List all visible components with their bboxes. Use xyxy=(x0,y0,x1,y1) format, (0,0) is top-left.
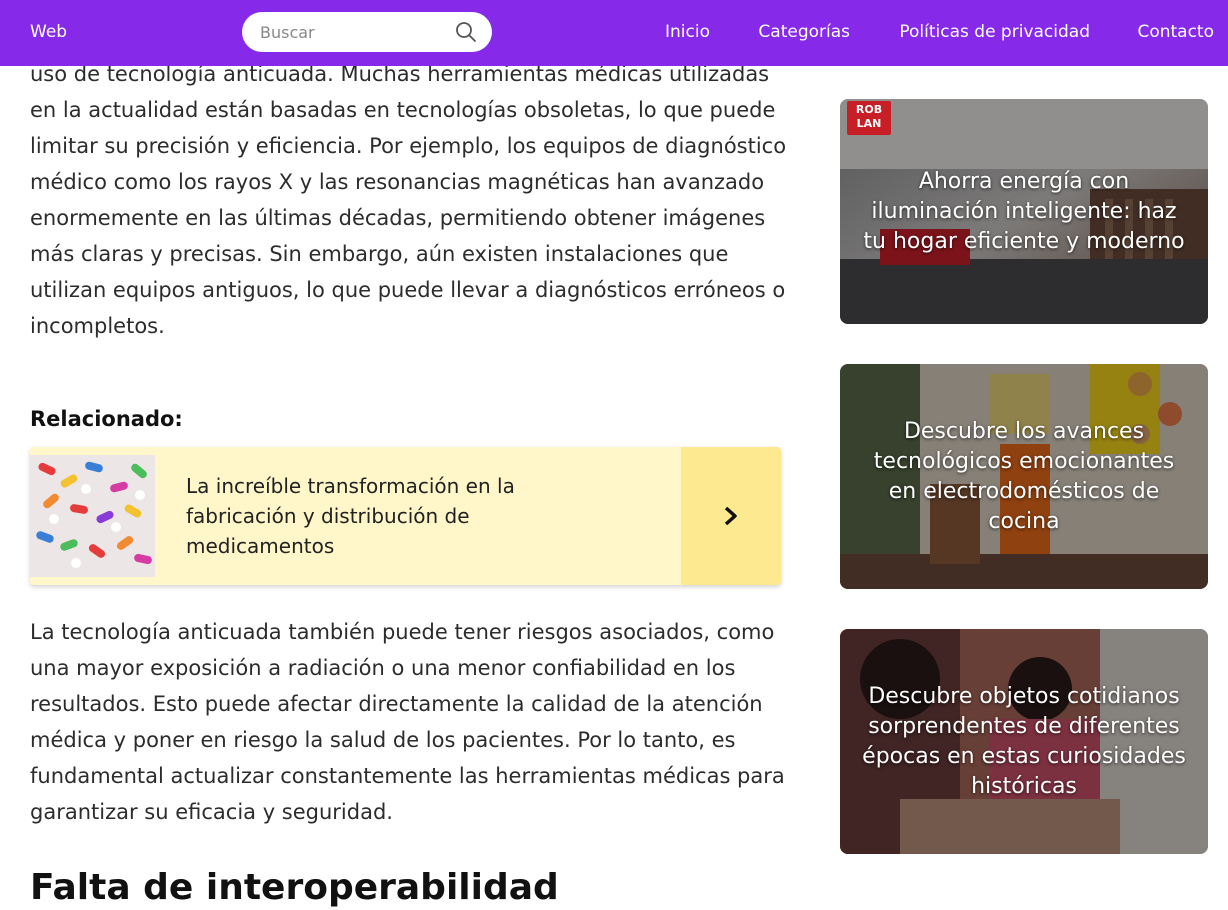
sidebar-card-iluminacion[interactable]: ROB LAN Ahorra energía con iluminación i… xyxy=(840,99,1208,324)
related-post-title[interactable]: La increíble transformación en la fabric… xyxy=(186,471,576,561)
brand-logo-badge: ROB LAN xyxy=(847,101,891,135)
article-body: uso de tecnología anticuada. Muchas herr… xyxy=(30,56,790,344)
site-header: Web Inicio Categorías Políticas de priva… xyxy=(0,0,1228,66)
brand-link[interactable]: Web xyxy=(30,20,67,44)
nav-item-contacto[interactable]: Contacto xyxy=(1137,20,1214,44)
sidebar-card-curiosidades[interactable]: Descubre objetos cotidianos sorprendente… xyxy=(840,629,1208,854)
sidebar-card-cocina[interactable]: Descubre los avances tecnológicos emocio… xyxy=(840,364,1208,589)
card-title[interactable]: Descubre objetos cotidianos sorprendente… xyxy=(860,682,1188,802)
article-paragraph: La tecnología anticuada también puede te… xyxy=(30,620,785,824)
search-input[interactable] xyxy=(260,20,440,44)
related-post-thumbnail[interactable] xyxy=(30,455,155,577)
nav-item-privacidad[interactable]: Políticas de privacidad xyxy=(899,20,1090,44)
nav-item-inicio[interactable]: Inicio xyxy=(665,20,710,44)
card-title[interactable]: Ahorra energía con iluminación inteligen… xyxy=(860,167,1188,257)
article-body-continued: La tecnología anticuada también puede te… xyxy=(30,614,800,830)
related-post-arrow-button[interactable] xyxy=(681,447,781,585)
chevron-right-icon xyxy=(724,506,737,526)
related-heading: Relacionado: xyxy=(30,407,183,431)
related-post-card[interactable]: La increíble transformación en la fabric… xyxy=(30,447,781,585)
nav-item-categorias[interactable]: Categorías xyxy=(758,20,850,44)
search-box[interactable] xyxy=(242,12,492,52)
search-icon[interactable] xyxy=(454,20,478,44)
article-paragraph: uso de tecnología anticuada. Muchas herr… xyxy=(30,62,787,338)
section-heading: Falta de interoperabilidad xyxy=(30,867,559,908)
card-title[interactable]: Descubre los avances tecnológicos emocio… xyxy=(860,417,1188,537)
